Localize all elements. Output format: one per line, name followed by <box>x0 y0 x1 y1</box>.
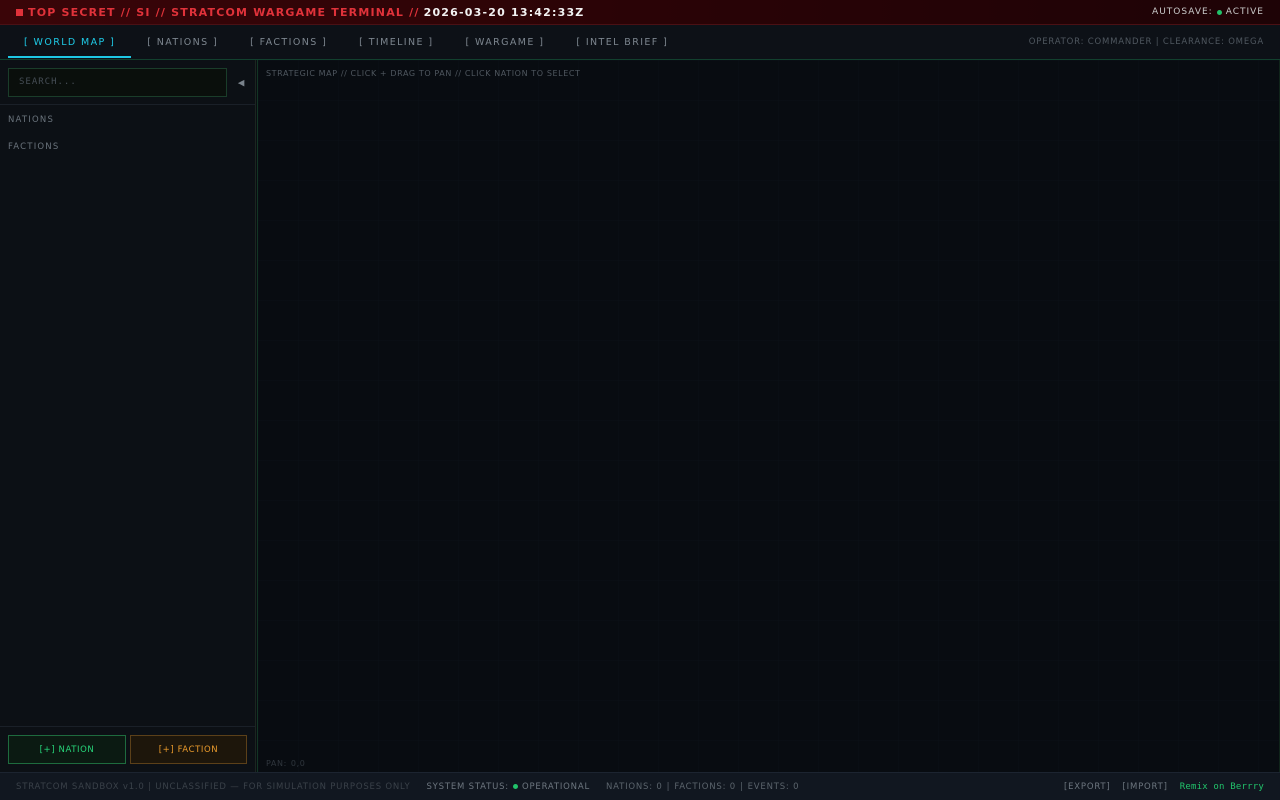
autosave-indicator: AUTOSAVE: ACTIVE <box>1152 7 1264 17</box>
classification-text-group: TOP SECRET // SI // STRATCOM WARGAME TER… <box>16 6 584 19</box>
search-bar: ◀ <box>0 60 255 105</box>
tab-timeline[interactable]: [ TIMELINE ] <box>343 25 449 59</box>
import-button[interactable]: [IMPORT] <box>1123 782 1168 792</box>
count-separator: | <box>739 781 744 792</box>
export-button[interactable]: [EXPORT] <box>1064 782 1111 792</box>
tab-nations[interactable]: [ NATIONS ] <box>131 25 234 59</box>
status-dot-icon <box>1216 9 1222 15</box>
status-actions: [EXPORT] [IMPORT] Remix on Berrry <box>1064 782 1264 792</box>
tab-intel-brief[interactable]: [ INTEL BRIEF ] <box>560 25 684 59</box>
status-bar: STRATCOM SANDBOX v1.0 | UNCLASSIFIED — F… <box>0 772 1280 800</box>
pan-readout: PAN: 0,0 <box>266 759 305 768</box>
map-hint: STRATEGIC MAP // CLICK + DRAG TO PAN // … <box>266 69 581 78</box>
tab-wargame[interactable]: [ WARGAME ] <box>449 25 560 59</box>
factions-count: FACTIONS: 0 <box>674 781 736 792</box>
square-icon <box>16 8 23 16</box>
build-info: STRATCOM SANDBOX v1.0 | UNCLASSIFIED — F… <box>16 781 411 792</box>
classification-label: TOP SECRET // SI // STRATCOM WARGAME TER… <box>28 5 420 19</box>
operator-info: OPERATOR: COMMANDER | CLEARANCE: OMEGA <box>1028 37 1264 47</box>
status-dot-icon <box>512 784 518 789</box>
nations-count: NATIONS: 0 <box>606 781 663 792</box>
sidebar-section-factions: FACTIONS <box>8 141 60 152</box>
system-status-label: SYSTEM STATUS: <box>426 781 509 792</box>
collapse-left-icon[interactable]: ◀ <box>235 76 247 89</box>
entity-counts: NATIONS: 0 | FACTIONS: 0 | EVENTS: 0 <box>606 782 799 792</box>
classification-banner: TOP SECRET // SI // STRATCOM WARGAME TER… <box>0 0 1280 25</box>
pan-label: PAN: <box>266 759 287 768</box>
sidebar: ◀ NATIONS FACTIONS [+] NATION [+] FACTIO… <box>0 60 256 772</box>
search-input[interactable] <box>8 67 228 97</box>
sidebar-section-nations: NATIONS <box>8 114 55 125</box>
events-count: EVENTS: 0 <box>747 781 800 792</box>
system-status: SYSTEM STATUS: OPERATIONAL <box>426 782 590 792</box>
add-faction-button[interactable]: [+] FACTION <box>130 735 247 764</box>
autosave-status: ACTIVE <box>1225 7 1264 17</box>
add-nation-button[interactable]: [+] NATION <box>8 735 126 764</box>
autosave-label: AUTOSAVE: <box>1152 7 1213 17</box>
tab-world-map[interactable]: [ WORLD MAP ] <box>8 25 132 59</box>
main-nav: [ WORLD MAP ] [ NATIONS ] [ FACTIONS ] [… <box>0 25 1280 60</box>
count-separator: | <box>666 781 671 792</box>
tab-factions[interactable]: [ FACTIONS ] <box>234 25 343 59</box>
system-status-value: OPERATIONAL <box>521 781 590 792</box>
strategic-map-canvas[interactable]: STRATEGIC MAP // CLICK + DRAG TO PAN // … <box>257 60 1280 772</box>
remix-link[interactable]: Remix on Berrry <box>1180 782 1264 792</box>
pan-value: 0,0 <box>290 759 306 768</box>
system-clock: 2026-03-20 13:42:33Z <box>423 5 585 19</box>
sidebar-actions: [+] NATION [+] FACTION <box>0 726 255 772</box>
